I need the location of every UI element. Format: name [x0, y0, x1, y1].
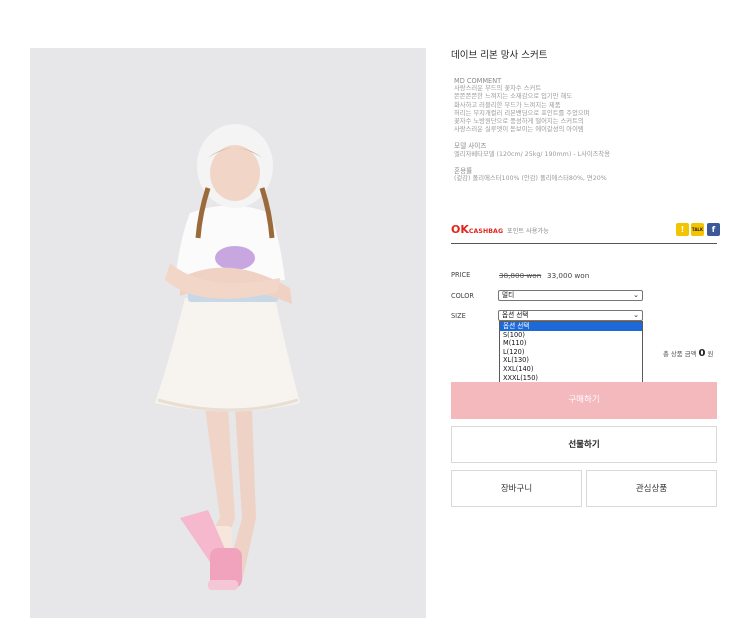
product-image: [30, 48, 426, 618]
size-dropdown-list: 옵션 선택 S(100) M(110) L(120) XL(130) XXL(1…: [499, 321, 643, 384]
buy-button[interactable]: 구매하기: [451, 382, 717, 419]
md-comment-line: 허리는 무지개컬러 리본밴딩으로 포인트를 주었으며: [454, 109, 590, 117]
md-comment-line: 화사하고 러블리한 무드가 느껴지는 제품: [454, 101, 561, 109]
size-option[interactable]: XXL(140): [500, 365, 642, 374]
okcashbag-text: 포인트 사용가능: [507, 228, 549, 235]
sale-price: 33,000 won: [547, 271, 590, 280]
md-comment-heading: MD COMMENT: [454, 77, 502, 85]
okcashbag-row: OKCASHBAG 포인트 사용가능 ! TALK f: [451, 222, 720, 244]
kakaostory-icon[interactable]: !: [676, 223, 689, 236]
kakaotalk-icon[interactable]: TALK: [691, 223, 704, 236]
chevron-down-icon: ⌄: [633, 291, 639, 299]
size-option[interactable]: XL(130): [500, 356, 642, 365]
size-option[interactable]: XXXL(150): [500, 374, 642, 383]
material-text: (겉감) 폴리에스터100% (안감) 폴리에스터80%, 면20%: [454, 175, 607, 183]
product-detail-page: 데이브 리본 망사 스커트 MD COMMENT 사랑스러운 무드의 꽃자수 스…: [0, 0, 743, 635]
gift-button[interactable]: 선물하기: [451, 426, 717, 463]
size-select-value: 옵션 선택: [502, 311, 529, 319]
color-select-value: 멀티: [502, 291, 515, 299]
chevron-down-icon: ⌄: [633, 311, 639, 319]
size-select[interactable]: 옵션 선택 ⌄: [498, 310, 643, 321]
model-size-text: 엘리자베타모델 (120cm/ 25kg/ 190mm) - L사이즈착용: [454, 150, 611, 158]
total-price: 총 상품 금액 0 원: [663, 348, 713, 359]
size-option[interactable]: 옵션 선택: [500, 322, 642, 331]
md-comment-line: 꽃자수 노방원단으로 풍성하게 떨어지는 스커트의: [454, 118, 584, 126]
md-comment-line: 사랑스러운 실루엣이 돋보이는 에이갈성의 아이템: [454, 126, 584, 134]
material-heading: 혼용률: [454, 166, 473, 175]
model-size-heading: 모델 사이즈: [454, 142, 487, 151]
md-comment-line: 쫀쫀쫀쫀한 느껴지는 소재감으로 입기만 해도: [454, 93, 573, 101]
product-description: MD COMMENT 사랑스러운 무드의 꽃자수 스커트 쫀쫀쫀쫀한 느껴지는 …: [454, 77, 716, 183]
wishlist-button[interactable]: 관심상품: [586, 470, 717, 507]
original-price: 38,800 won: [499, 271, 542, 280]
add-to-cart-button[interactable]: 장바구니: [451, 470, 582, 507]
color-select[interactable]: 멀티 ⌄: [498, 290, 643, 301]
size-option[interactable]: L(120): [500, 348, 642, 357]
okcashbag-logo: OKCASHBAG: [451, 223, 504, 236]
facebook-icon[interactable]: f: [707, 223, 720, 236]
size-label: SIZE: [451, 312, 466, 320]
total-unit: 원: [707, 350, 714, 358]
total-label: 총 상품 금액: [663, 350, 697, 358]
size-option[interactable]: S(100): [500, 331, 642, 340]
size-option[interactable]: M(110): [500, 339, 642, 348]
color-label: COLOR: [451, 292, 475, 300]
price-label: PRICE: [451, 271, 471, 279]
product-title: 데이브 리본 망사 스커트: [451, 50, 548, 61]
total-amount: 0: [698, 348, 706, 359]
